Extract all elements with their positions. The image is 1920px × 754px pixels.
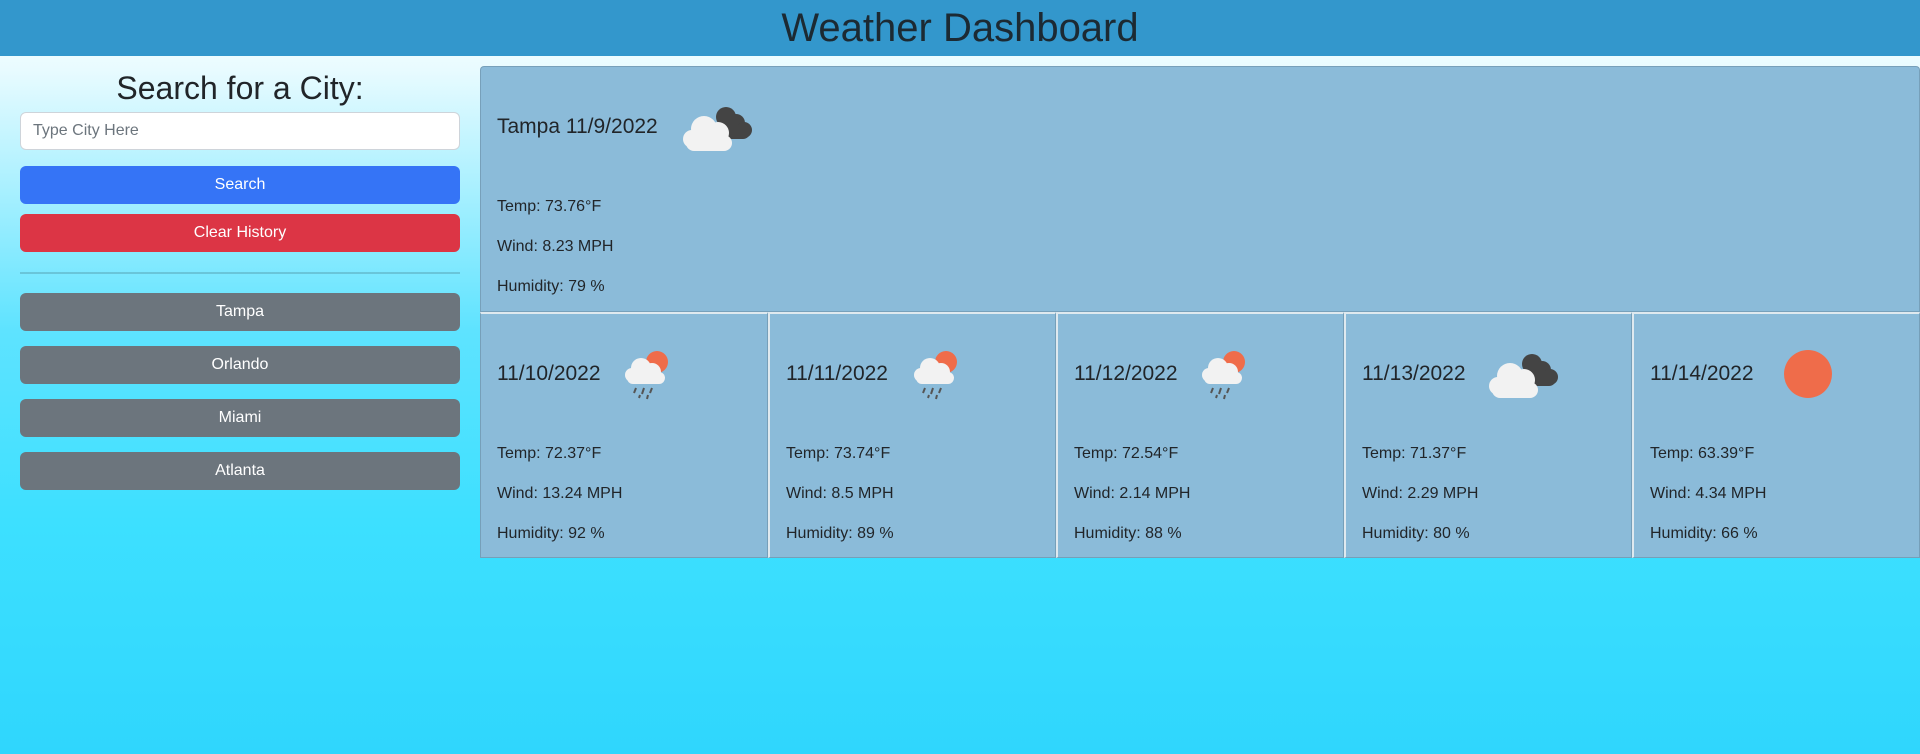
clouds-icon bbox=[1484, 344, 1562, 404]
divider bbox=[20, 272, 460, 274]
forecast-card: 11/12/2022 Temp: 72.54°F Wind: 2.14 MPH … bbox=[1056, 312, 1344, 558]
page-title: Weather Dashboard bbox=[781, 6, 1139, 50]
forecast-wind: Wind: 2.14 MPH bbox=[1074, 485, 1191, 502]
forecast-card: 11/13/2022 Temp: 71.37°F Wind: 2.29 MPH … bbox=[1344, 312, 1632, 558]
forecast-date: 11/12/2022 bbox=[1074, 362, 1178, 385]
forecast-temp: Temp: 63.39°F bbox=[1650, 445, 1755, 462]
app-header: Weather Dashboard bbox=[0, 0, 1920, 56]
forecast-humidity: Humidity: 92 % bbox=[497, 525, 605, 542]
clear-history-button[interactable]: Clear History bbox=[20, 214, 460, 252]
forecast-date: 11/10/2022 bbox=[497, 362, 601, 385]
forecast-card: 11/14/2022 Temp: 63.39°F Wind: 4.34 MPH … bbox=[1632, 312, 1920, 558]
sidebar: Search for a City: Search Clear History … bbox=[20, 56, 460, 505]
forecast-card: 11/10/2022 Temp: 72.37°F Wind: 13.24 MPH… bbox=[480, 312, 768, 558]
forecast-card: 11/11/2022 Temp: 73.74°F Wind: 8.5 MPH H… bbox=[768, 312, 1056, 558]
search-history: Tampa Orlando Miami Atlanta bbox=[20, 293, 460, 490]
forecast-humidity: Humidity: 88 % bbox=[1074, 525, 1182, 542]
current-weather-card: Tampa 11/9/2022 Temp: 73.76°F Wind: 8.23… bbox=[480, 66, 1920, 312]
forecast-humidity: Humidity: 80 % bbox=[1362, 525, 1470, 542]
history-city-button[interactable]: Orlando bbox=[20, 346, 460, 384]
clouds-icon bbox=[678, 97, 756, 157]
forecast-humidity: Humidity: 89 % bbox=[786, 525, 894, 542]
five-day-forecast: 11/10/2022 Temp: 72.37°F Wind: 13.24 MPH… bbox=[480, 312, 1920, 558]
forecast-temp: Temp: 72.54°F bbox=[1074, 445, 1179, 462]
search-heading: Search for a City: bbox=[116, 70, 364, 106]
history-city-button[interactable]: Tampa bbox=[20, 293, 460, 331]
current-wind: Wind: 8.23 MPH bbox=[497, 238, 614, 255]
current-temp: Temp: 73.76°F bbox=[497, 198, 602, 215]
forecast-wind: Wind: 8.5 MPH bbox=[786, 485, 894, 502]
rain-icon bbox=[1196, 344, 1256, 404]
forecast-date: 11/11/2022 bbox=[786, 362, 888, 385]
forecast-wind: Wind: 13.24 MPH bbox=[497, 485, 623, 502]
current-city-date: Tampa 11/9/2022 bbox=[497, 115, 658, 138]
forecast-temp: Temp: 71.37°F bbox=[1362, 445, 1467, 462]
history-city-button[interactable]: Miami bbox=[20, 399, 460, 437]
forecast-wind: Wind: 4.34 MPH bbox=[1650, 485, 1767, 502]
forecast-humidity: Humidity: 66 % bbox=[1650, 525, 1758, 542]
city-search-input[interactable] bbox=[20, 112, 460, 150]
current-humidity: Humidity: 79 % bbox=[497, 278, 605, 295]
forecast-date: 11/14/2022 bbox=[1650, 362, 1754, 385]
clear-sun-icon bbox=[1778, 344, 1838, 404]
history-city-button[interactable]: Atlanta bbox=[20, 452, 460, 490]
forecast-temp: Temp: 73.74°F bbox=[786, 445, 891, 462]
forecast-date: 11/13/2022 bbox=[1362, 362, 1466, 385]
forecast-wind: Wind: 2.29 MPH bbox=[1362, 485, 1479, 502]
weather-panel: Tampa 11/9/2022 Temp: 73.76°F Wind: 8.23… bbox=[480, 66, 1920, 558]
forecast-temp: Temp: 72.37°F bbox=[497, 445, 602, 462]
rain-icon bbox=[908, 344, 968, 404]
rain-icon bbox=[619, 344, 679, 404]
search-button[interactable]: Search bbox=[20, 166, 460, 204]
